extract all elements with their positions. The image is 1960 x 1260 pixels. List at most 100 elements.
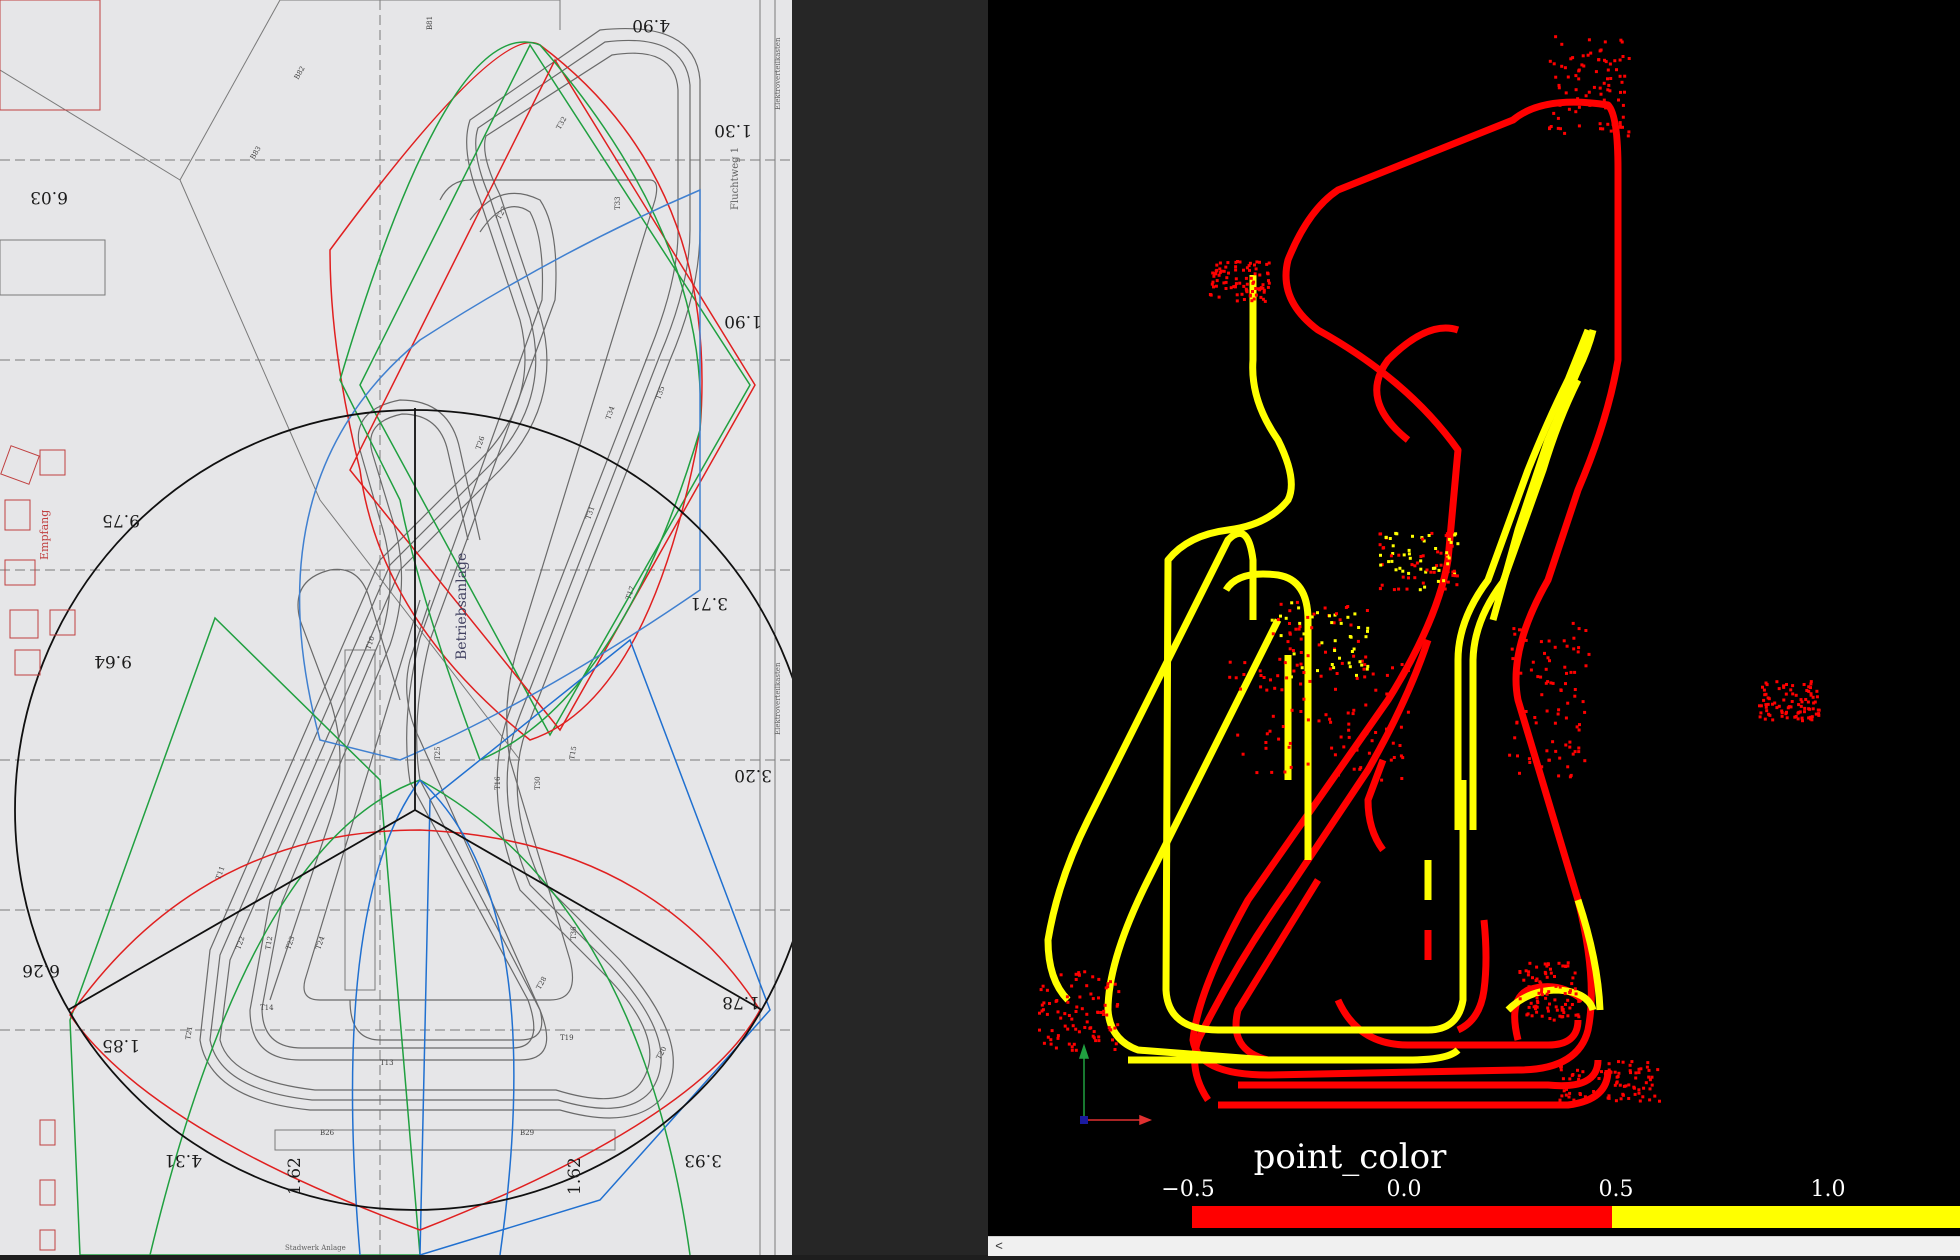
svg-text:T25: T25 <box>434 746 442 760</box>
noise-point <box>1597 58 1601 62</box>
noise-point <box>1577 105 1581 109</box>
noise-point <box>1215 263 1219 267</box>
noise-point <box>1574 992 1578 996</box>
noise-point <box>1549 681 1553 685</box>
noise-point <box>1578 723 1581 727</box>
noise-point <box>1762 698 1766 702</box>
noise-point <box>1389 758 1393 762</box>
noise-point <box>1270 770 1274 774</box>
noise-point <box>1089 992 1093 996</box>
noise-point <box>1300 666 1304 670</box>
noise-point <box>1113 1026 1117 1030</box>
colorbar-title: point_color <box>1254 1137 1448 1177</box>
noise-point <box>1619 38 1623 42</box>
noise-point <box>1447 556 1451 560</box>
noise-point <box>1269 678 1272 682</box>
point-cloud-viewer[interactable]: point_color −0.5 0.0 0.5 1.0 <box>988 0 1960 1236</box>
noise-point <box>1328 614 1331 618</box>
noise-point <box>1436 579 1440 583</box>
noise-point <box>1609 1070 1613 1074</box>
noise-point <box>1573 694 1577 698</box>
noise-point <box>1566 765 1570 769</box>
noise-point <box>1445 551 1449 555</box>
noise-point <box>1085 984 1089 988</box>
noise-point <box>1236 733 1240 737</box>
noise-point <box>1546 656 1550 660</box>
noise-point <box>1581 1070 1585 1074</box>
noise-point <box>1407 571 1411 575</box>
noise-point <box>1288 741 1292 745</box>
noise-point <box>1259 674 1263 677</box>
noise-point <box>1374 688 1378 692</box>
noise-point <box>1577 627 1581 631</box>
noise-point <box>1342 745 1346 749</box>
noise-point <box>1634 1071 1638 1075</box>
noise-point <box>1580 63 1584 67</box>
noise-point <box>1548 659 1551 663</box>
noise-point <box>1614 1099 1618 1103</box>
noise-point <box>1627 57 1631 60</box>
noise-point <box>1759 711 1763 715</box>
noise-point <box>1042 1041 1046 1045</box>
noise-point <box>1790 700 1794 703</box>
noise-point <box>1443 587 1447 591</box>
noise-point <box>1606 1096 1610 1100</box>
noise-point <box>1102 1009 1106 1013</box>
noise-point <box>1299 710 1303 713</box>
noise-point <box>1261 283 1265 287</box>
noise-point <box>1066 1000 1070 1004</box>
noise-point <box>1074 978 1078 981</box>
noise-point <box>1577 1074 1581 1078</box>
noise-point <box>1254 267 1258 271</box>
noise-point <box>1529 1001 1533 1005</box>
noise-point <box>1067 1042 1071 1046</box>
noise-point <box>1815 695 1819 699</box>
noise-point <box>1349 752 1353 756</box>
noise-point <box>1316 611 1319 615</box>
scroll-left-arrow-icon[interactable]: < <box>992 1238 1006 1254</box>
noise-point <box>1572 636 1576 640</box>
noise-point <box>1411 534 1414 538</box>
noise-point <box>1265 732 1269 736</box>
svg-text:T16: T16 <box>494 776 502 790</box>
noise-point <box>1554 984 1558 988</box>
noise-point <box>1298 621 1302 625</box>
noise-point <box>1271 714 1275 718</box>
noise-point <box>1362 667 1366 671</box>
dimension-label: 9.75 <box>102 510 140 530</box>
noise-point <box>1524 710 1528 713</box>
noise-point <box>1564 743 1568 747</box>
noise-point <box>1562 639 1566 643</box>
noise-point <box>1789 705 1793 709</box>
noise-point <box>1802 683 1806 686</box>
noise-point <box>1529 668 1533 672</box>
noise-point <box>1510 647 1514 651</box>
point-cloud-canvas[interactable]: point_color −0.5 0.0 0.5 1.0 <box>988 0 1960 1236</box>
noise-point <box>1236 260 1239 263</box>
noise-point <box>1641 1095 1645 1099</box>
horizontal-scrollbar[interactable]: < <box>988 1236 1960 1256</box>
noise-point <box>1560 1094 1564 1098</box>
noise-point <box>1039 988 1043 992</box>
svg-text:T30: T30 <box>534 776 542 790</box>
noise-point <box>1557 961 1561 965</box>
noise-point <box>1394 568 1398 572</box>
svg-text:T14: T14 <box>260 1004 274 1012</box>
noise-point <box>1074 1010 1078 1013</box>
noise-point <box>1211 280 1215 284</box>
noise-point <box>1583 710 1587 714</box>
noise-point <box>1271 632 1275 636</box>
noise-point <box>1072 1042 1076 1046</box>
noise-point <box>1537 991 1541 995</box>
stadwerk-label: Stadwerk Anlage <box>285 1244 346 1252</box>
noise-point <box>1552 111 1556 115</box>
noise-point <box>1092 1030 1096 1034</box>
noise-point <box>1270 618 1274 622</box>
noise-point <box>1214 284 1218 288</box>
noise-point <box>1556 712 1560 716</box>
noise-point <box>1577 77 1581 81</box>
noise-point <box>1408 556 1412 560</box>
noise-point <box>1573 688 1577 691</box>
noise-point <box>1556 116 1560 120</box>
noise-point <box>1791 692 1795 696</box>
